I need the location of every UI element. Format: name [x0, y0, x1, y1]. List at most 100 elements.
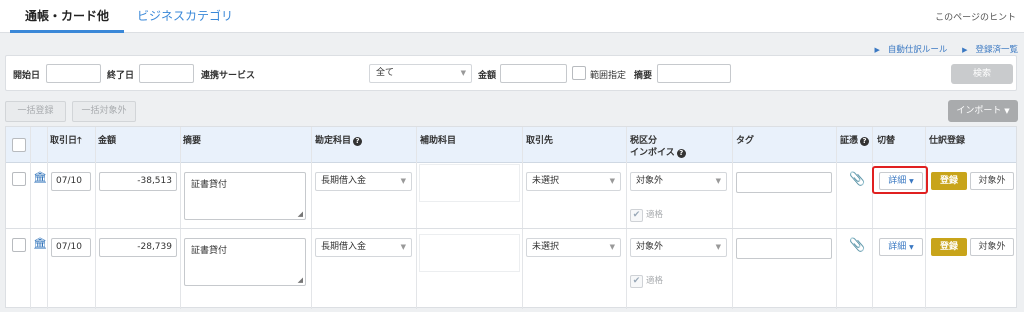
tab-passbook-card[interactable]: 通帳・カード他 [10, 0, 124, 33]
account-select-value: 長期借入金 [321, 242, 367, 252]
highlight-box [872, 166, 928, 194]
page-hint-link[interactable]: このページのヒント [935, 10, 1016, 23]
header-date-label: 取引日 [50, 136, 78, 146]
chevron-down-icon: ▼ [609, 243, 615, 251]
amount-label: 金額 [478, 71, 497, 81]
header-journal: 仕訳登録 [929, 136, 966, 146]
sort-up-icon: 🡑 [77, 136, 82, 146]
register-button[interactable]: 登録 [931, 172, 967, 190]
tax-select-value: 対象外 [636, 176, 664, 186]
quick-links: ▶ 自動仕訳ルール ▶ 登録済一覧 [862, 43, 1018, 55]
checkmark-icon: ✔ [630, 275, 643, 288]
chevron-down-icon: ▼ [909, 244, 914, 251]
exclude-button[interactable]: 対象外 [970, 172, 1014, 190]
memo-textarea[interactable]: 証書貸付 ◢ [184, 172, 306, 220]
date-input[interactable]: 07/10 [51, 172, 91, 191]
amount-input[interactable]: -28,739 [99, 238, 177, 257]
service-select[interactable]: 全て ▼ [369, 64, 472, 83]
bank-icon: 🏛 [33, 237, 47, 250]
registered-list-link[interactable]: ▶ 登録済一覧 [956, 45, 1018, 55]
exclude-button[interactable]: 対象外 [970, 238, 1014, 256]
qualified-label: 適格 [646, 276, 664, 286]
partner-select-value: 未選択 [532, 242, 560, 252]
header-evidence-label: 証憑 [840, 136, 859, 146]
auto-rule-link-label: 自動仕訳ルール [887, 45, 948, 55]
service-label: 連携サービス [201, 71, 256, 81]
subaccount-cell[interactable] [419, 234, 520, 272]
row-checkbox[interactable] [12, 172, 26, 186]
help-icon[interactable]: ? [353, 137, 363, 146]
account-select-value: 長期借入金 [321, 176, 367, 186]
amount-input[interactable] [500, 64, 567, 83]
tax-select-value: 対象外 [636, 242, 664, 252]
header-partner: 取引先 [526, 136, 554, 146]
memo-textarea[interactable]: 証書貸付 ◢ [184, 238, 306, 286]
paperclip-icon[interactable]: 📎 [849, 172, 865, 187]
header-invoice-label: インボイス [630, 148, 675, 158]
resize-handle-icon[interactable]: ◢ [298, 276, 303, 284]
end-date-input[interactable] [139, 64, 194, 83]
header-memo: 摘要 [183, 136, 202, 146]
qualified-label: 適格 [646, 210, 664, 220]
header-account: 勘定科目? [315, 133, 363, 146]
paperclip-icon[interactable]: 📎 [849, 238, 865, 253]
date-input[interactable]: 07/10 [51, 238, 91, 257]
header-invoice: インボイス? [630, 145, 686, 158]
bulk-exclude-button[interactable]: 一括対象外 [72, 101, 136, 122]
memo-input[interactable] [657, 64, 731, 83]
account-select[interactable]: 長期借入金 ▼ [315, 172, 412, 191]
subaccount-cell[interactable] [419, 164, 520, 202]
header-subaccount: 補助科目 [420, 136, 457, 146]
qualified-invoice-option[interactable]: ✔ 適格 [630, 274, 663, 288]
chevron-down-icon: ▼ [715, 243, 721, 251]
end-date-label: 終了日 [107, 71, 135, 81]
detail-label: 詳細 [888, 242, 907, 252]
header-switch: 切替 [877, 136, 896, 146]
service-select-value: 全て [376, 68, 395, 78]
qualified-invoice-option[interactable]: ✔ 適格 [630, 208, 663, 222]
row-checkbox[interactable] [12, 238, 26, 252]
chevron-down-icon: ▼ [400, 243, 406, 251]
checkmark-icon: ✔ [630, 209, 643, 222]
tab-business-category[interactable]: ビジネスカテゴリ [137, 0, 233, 33]
header-date[interactable]: 取引日🡑 [50, 133, 82, 149]
triangle-right-icon: ▶ [962, 46, 968, 54]
table-header: 取引日🡑 金額 摘要 勘定科目? 補助科目 取引先 税区分 インボイス? タグ … [6, 127, 1016, 163]
chevron-down-icon: ▼ [460, 69, 466, 77]
register-button[interactable]: 登録 [931, 238, 967, 256]
memo-label: 摘要 [634, 71, 653, 81]
detail-toggle-button[interactable]: 詳細 ▼ [879, 238, 923, 256]
table-row: 🏛 07/10 -28,739 証書貸付 ◢ 長期借入金 ▼ 未選択 ▼ 対象外… [6, 230, 1016, 295]
select-all-checkbox[interactable] [12, 138, 26, 152]
triangle-right-icon: ▶ [874, 46, 880, 54]
help-icon[interactable]: ? [860, 137, 870, 146]
bulk-register-button[interactable]: 一括登録 [5, 101, 66, 122]
partner-select[interactable]: 未選択 ▼ [526, 172, 621, 191]
range-label: 範囲指定 [590, 71, 627, 81]
tax-select[interactable]: 対象外 ▼ [630, 172, 727, 191]
help-icon[interactable]: ? [676, 149, 686, 158]
header-account-label: 勘定科目 [315, 136, 352, 146]
partner-select[interactable]: 未選択 ▼ [526, 238, 621, 257]
import-button[interactable]: インポート ▼ [948, 100, 1018, 122]
start-date-label: 開始日 [13, 71, 41, 81]
resize-handle-icon[interactable]: ◢ [298, 210, 303, 218]
search-button[interactable]: 検索 [951, 64, 1013, 84]
account-select[interactable]: 長期借入金 ▼ [315, 238, 412, 257]
range-checkbox[interactable] [572, 66, 586, 80]
header-amount: 金額 [98, 136, 117, 146]
memo-text: 証書貸付 [191, 180, 228, 190]
header-tag: タグ [736, 136, 755, 146]
memo-text: 証書貸付 [191, 246, 228, 256]
auto-rule-link[interactable]: ▶ 自動仕訳ルール [868, 45, 947, 55]
tax-select[interactable]: 対象外 ▼ [630, 238, 727, 257]
chevron-down-icon: ▼ [400, 177, 406, 185]
tag-input[interactable] [736, 238, 832, 259]
start-date-input[interactable] [46, 64, 101, 83]
import-label: インポート [956, 106, 1002, 116]
chevron-down-icon: ▼ [609, 177, 615, 185]
amount-input[interactable]: -38,513 [99, 172, 177, 191]
tag-input[interactable] [736, 172, 832, 193]
header-evidence: 証憑? [840, 133, 870, 146]
registered-list-link-label: 登録済一覧 [975, 45, 1018, 55]
